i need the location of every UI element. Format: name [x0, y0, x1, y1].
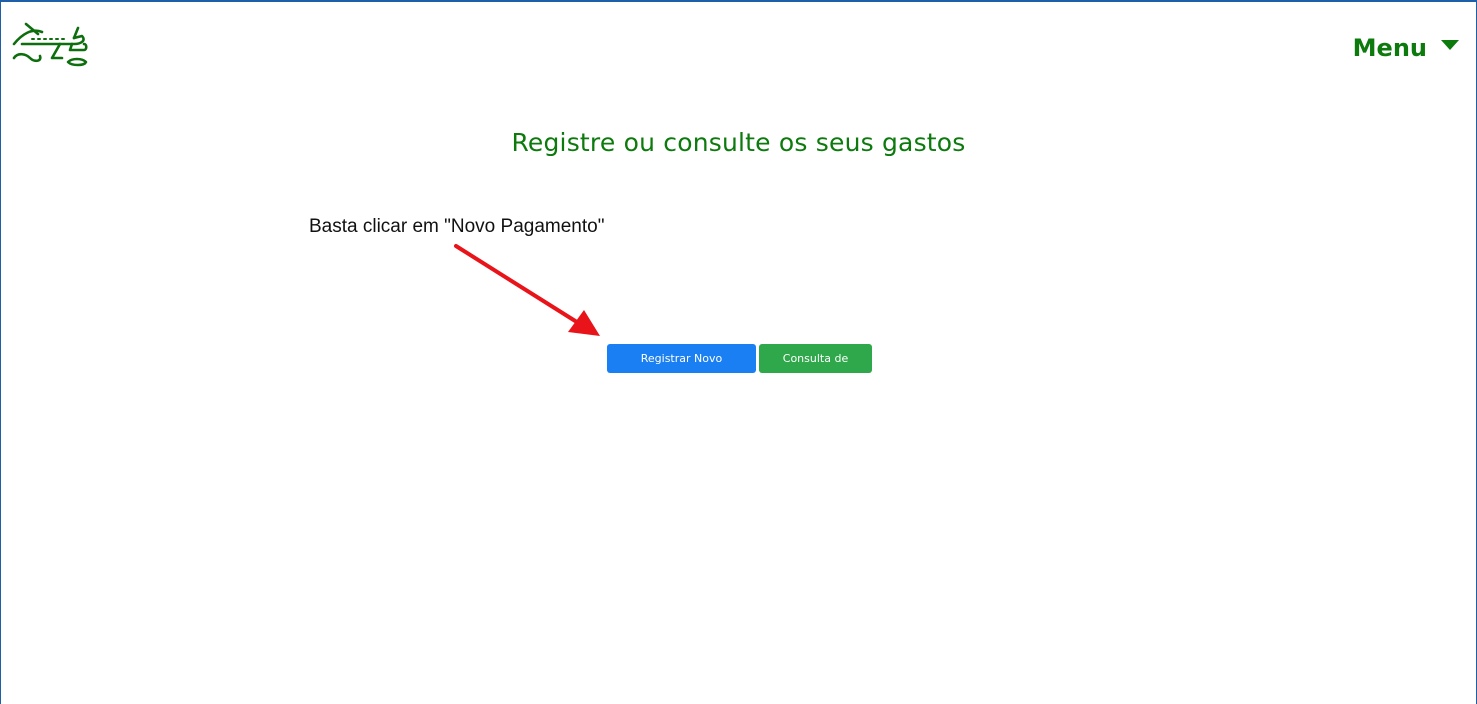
- menu-label: Menu: [1352, 34, 1427, 62]
- annotation-text: Basta clicar em "Novo Pagamento": [309, 216, 605, 237]
- expenses-query-button[interactable]: Consulta de Gastos: [759, 344, 872, 394]
- airplane-logo-icon[interactable]: [12, 22, 90, 68]
- register-payment-button[interactable]: Registrar Novo Pagamento: [607, 344, 756, 394]
- menu-dropdown[interactable]: Menu: [1353, 34, 1459, 62]
- caret-down-icon: [1441, 40, 1459, 50]
- page-title: Registre ou consulte os seus gastos: [511, 128, 966, 157]
- action-buttons: Registrar Novo Pagamento Consulta de Gas…: [607, 344, 872, 394]
- red-arrow-icon: [454, 244, 600, 336]
